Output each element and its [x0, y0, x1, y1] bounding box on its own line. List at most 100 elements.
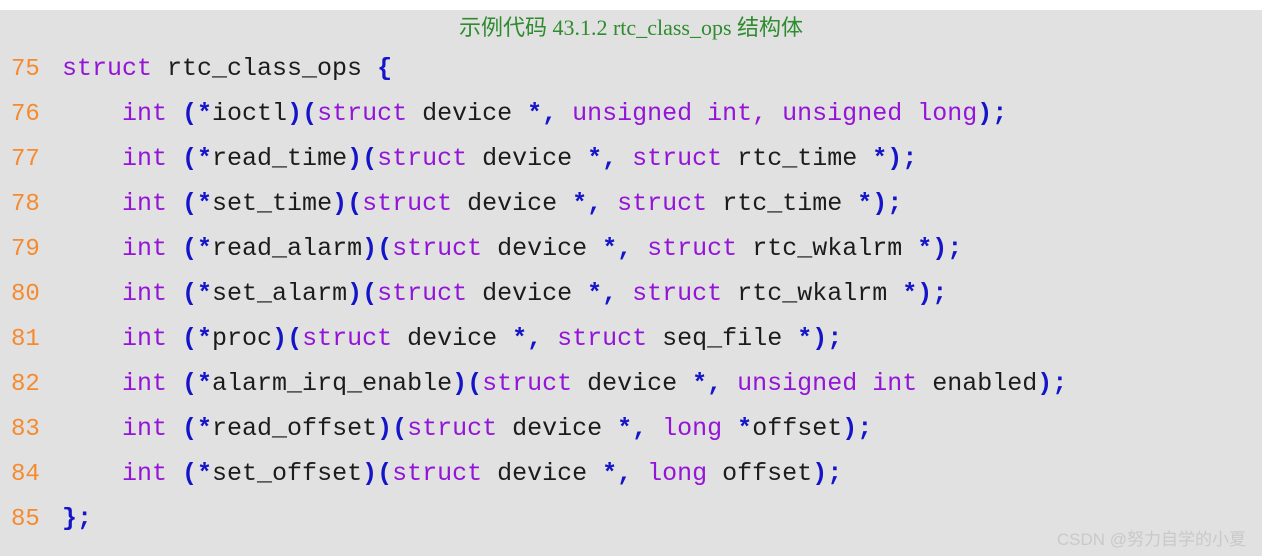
code-line: 84 int (*set_offset)(struct device *, lo… — [0, 451, 1262, 496]
code-token: int — [62, 324, 183, 353]
line-number: 76 — [11, 101, 40, 128]
code-token: long — [632, 459, 708, 488]
code-token: { — [377, 54, 393, 83]
code-token: struct — [617, 144, 723, 173]
code-token: struct — [317, 99, 408, 128]
code-line: 78 int (*set_time)(struct device *, stru… — [0, 181, 1262, 226]
code-line: 79 int (*read_alarm)(struct device *, st… — [0, 226, 1262, 271]
code-token: )( — [377, 414, 408, 443]
code-token: )( — [287, 99, 318, 128]
watermark-text: CSDN @努力自学的小夏 — [1056, 530, 1246, 549]
code-token: alarm_irq_enable — [212, 369, 453, 398]
code-token: ioctl — [212, 99, 288, 128]
code-token: *, — [692, 369, 723, 398]
code-line: 77 int (*read_time)(struct device *, str… — [0, 136, 1262, 181]
line-number: 82 — [11, 371, 40, 398]
code-token: struct — [62, 54, 153, 83]
code-token: device — [452, 189, 573, 218]
code-token: int — [62, 279, 183, 308]
code-token: struct — [602, 189, 708, 218]
code-token: struct — [542, 324, 648, 353]
line-number: 77 — [11, 146, 40, 173]
code-token: offset — [752, 414, 843, 443]
code-token: *, — [602, 459, 633, 488]
code-token: *); — [902, 279, 948, 308]
code-token: (* — [182, 369, 213, 398]
code-token: (* — [182, 144, 213, 173]
code-token: unsigned int, unsigned long — [557, 99, 978, 128]
code-token: (* — [182, 459, 213, 488]
code-token: device — [467, 279, 588, 308]
code-token: *); — [857, 189, 903, 218]
code-token: )( — [347, 279, 378, 308]
code-token: *); — [797, 324, 843, 353]
code-token: device — [392, 324, 513, 353]
code-token: seq_file — [647, 324, 798, 353]
code-token: )( — [362, 459, 393, 488]
code-token: unsigned int — [722, 369, 918, 398]
line-number: 80 — [11, 281, 40, 308]
code-line: 76 int (*ioctl)(struct device *, unsigne… — [0, 91, 1262, 136]
code-token: struct — [407, 414, 498, 443]
code-token: struct — [392, 234, 483, 263]
code-line-list: 75 struct rtc_class_ops {76 int (*ioctl)(… — [0, 46, 1262, 541]
code-token: (* — [182, 234, 213, 263]
code-token: (* — [182, 189, 213, 218]
line-number: 83 — [11, 416, 40, 443]
code-token: read_time — [212, 144, 348, 173]
code-line: 80 int (*set_alarm)(struct device *, str… — [0, 271, 1262, 316]
code-token: )( — [272, 324, 303, 353]
code-token: )( — [347, 144, 378, 173]
code-token: device — [467, 144, 588, 173]
code-token: struct — [632, 234, 738, 263]
code-token: long — [647, 414, 738, 443]
code-token: *, — [527, 99, 558, 128]
code-token: device — [497, 414, 618, 443]
code-token: (* — [182, 324, 213, 353]
code-token: rtc_time — [722, 144, 873, 173]
code-token: int — [62, 189, 183, 218]
code-token: int — [62, 144, 183, 173]
code-token: int — [62, 369, 183, 398]
code-token: ); — [812, 459, 843, 488]
code-token: device — [482, 459, 603, 488]
code-token: set_time — [212, 189, 333, 218]
code-token: int — [62, 99, 183, 128]
code-token: (* — [182, 279, 213, 308]
code-token: proc — [212, 324, 273, 353]
code-token: )( — [362, 234, 393, 263]
code-token: *, — [617, 414, 648, 443]
code-token: *, — [572, 189, 603, 218]
code-token: int — [62, 414, 183, 443]
code-token: }; — [62, 504, 93, 533]
code-token: read_offset — [212, 414, 378, 443]
code-block-title: 示例代码 43.1.2 rtc_class_ops 结构体 — [458, 15, 804, 40]
code-token: ); — [977, 99, 1008, 128]
code-token: device — [572, 369, 693, 398]
code-token: struct — [362, 189, 453, 218]
code-line: 83 int (*read_offset)(struct device *, l… — [0, 406, 1262, 451]
code-token: struct — [377, 279, 468, 308]
code-token: *, — [512, 324, 543, 353]
code-token: *, — [587, 144, 618, 173]
code-token: read_alarm — [212, 234, 363, 263]
line-number: 85 — [11, 506, 40, 533]
code-token: struct — [482, 369, 573, 398]
code-token: ); — [842, 414, 873, 443]
code-token: *); — [917, 234, 963, 263]
code-token: device — [407, 99, 528, 128]
code-block: 示例代码 43.1.2 rtc_class_ops 结构体 75 struct r… — [0, 10, 1262, 556]
code-token: rtc_wkalrm — [737, 234, 918, 263]
code-line: 82 int (*alarm_irq_enable)(struct device… — [0, 361, 1262, 406]
code-token: int — [62, 459, 183, 488]
code-token: set_alarm — [212, 279, 348, 308]
line-number: 75 — [11, 56, 40, 83]
code-token: enabled — [917, 369, 1038, 398]
code-token: (* — [182, 414, 213, 443]
code-token: int — [62, 234, 183, 263]
code-line: 75 struct rtc_class_ops { — [0, 46, 1262, 91]
code-token: rtc_wkalrm — [722, 279, 903, 308]
code-token: *, — [602, 234, 633, 263]
code-token: )( — [452, 369, 483, 398]
code-token: *); — [872, 144, 918, 173]
